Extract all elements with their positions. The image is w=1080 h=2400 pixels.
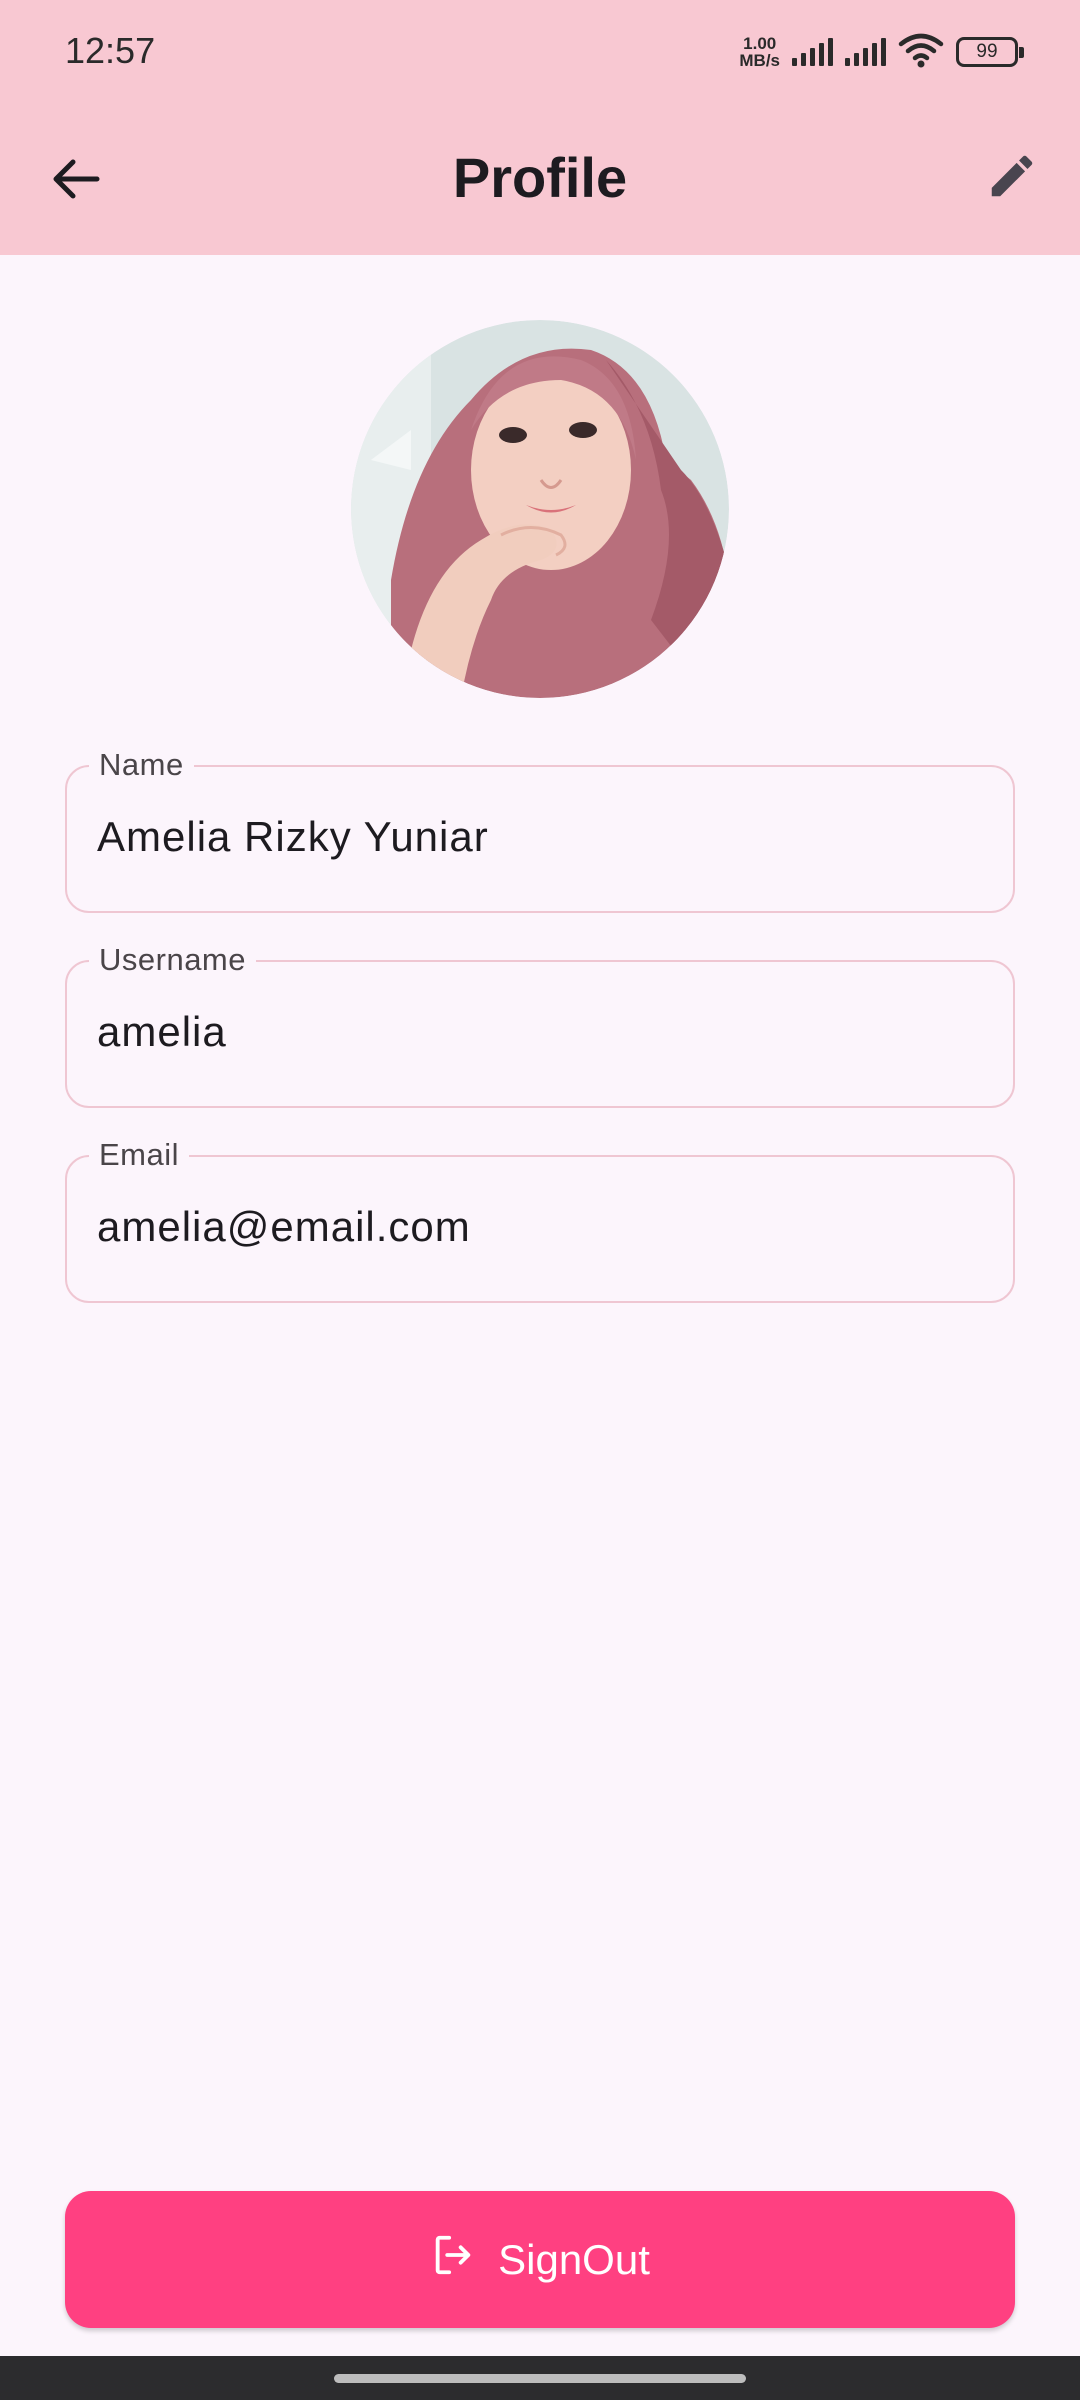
profile-photo	[351, 320, 729, 698]
email-label: Email	[89, 1137, 190, 1173]
name-field[interactable]: Name Amelia Rizky Yuniar	[65, 747, 1015, 913]
network-speed-value: 1.00	[743, 34, 777, 53]
battery-level: 99	[976, 41, 998, 62]
username-label: Username	[89, 942, 256, 978]
pencil-icon	[985, 149, 1039, 208]
edit-profile-button[interactable]	[974, 140, 1050, 216]
username-field[interactable]: Username amelia	[65, 942, 1015, 1108]
status-time: 12:57	[65, 30, 156, 71]
wifi-icon	[898, 32, 944, 73]
app-bar: 12:57 1.00 MB/s 99 Profile	[0, 0, 1080, 255]
signout-label: SignOut	[498, 2235, 650, 2283]
email-field[interactable]: Email amelia@email.com	[65, 1137, 1015, 1303]
system-navigation-bar	[0, 2356, 1080, 2400]
username-input[interactable]: amelia	[97, 1008, 977, 1056]
network-speed: 1.00 MB/s	[739, 35, 780, 69]
battery-icon: 99	[956, 37, 1024, 67]
network-speed-unit: MB/s	[739, 51, 780, 70]
signal-2-icon	[845, 38, 886, 66]
logout-icon	[430, 2232, 476, 2288]
page-title: Profile	[452, 146, 628, 209]
signout-button[interactable]: SignOut	[65, 2191, 1015, 2328]
toolbar: Profile	[0, 105, 1080, 255]
status-bar: 12:57 1.00 MB/s 99	[0, 0, 1080, 105]
status-icons: 1.00 MB/s 99	[739, 30, 1024, 74]
avatar[interactable]	[351, 320, 729, 698]
name-label: Name	[89, 747, 194, 783]
email-input[interactable]: amelia@email.com	[97, 1203, 977, 1251]
signal-1-icon	[792, 38, 833, 66]
name-input[interactable]: Amelia Rizky Yuniar	[97, 813, 977, 861]
home-indicator[interactable]	[334, 2374, 746, 2383]
